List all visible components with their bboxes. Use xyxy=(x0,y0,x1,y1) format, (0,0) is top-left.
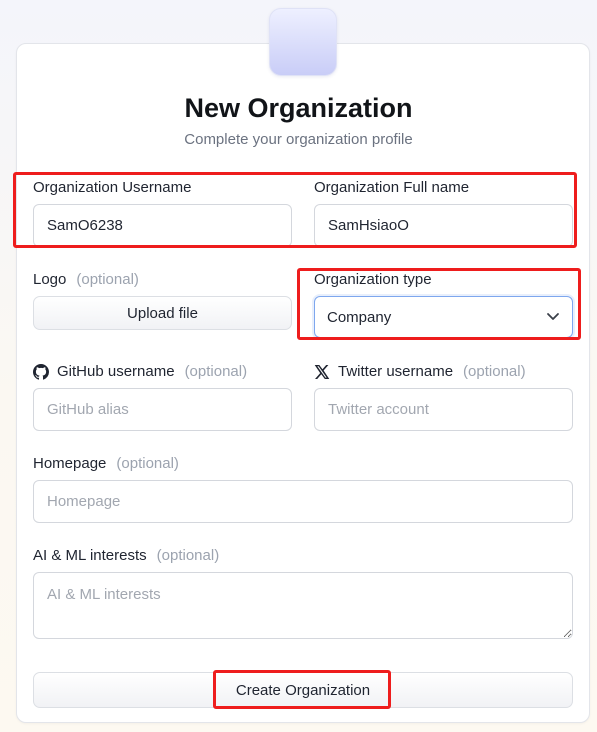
fullname-label-text: Organization Full name xyxy=(314,179,470,196)
x-icon xyxy=(314,364,330,379)
github-optional-text: (optional) xyxy=(184,363,248,380)
page-subtitle: Complete your organization profile xyxy=(184,131,413,148)
fullname-label: Organization Full name xyxy=(314,179,469,196)
ai-ml-interests-textarea[interactable] xyxy=(33,572,573,639)
org-type-label: Organization type xyxy=(314,271,432,288)
organization-avatar-placeholder xyxy=(269,8,337,76)
github-label: GitHub username (optional) xyxy=(33,363,247,380)
username-label: Organization Username xyxy=(33,179,191,196)
organization-type-value: Company xyxy=(327,308,392,326)
organization-username-input[interactable] xyxy=(33,204,292,247)
twitter-optional-text: (optional) xyxy=(463,363,526,380)
organization-fullname-input[interactable] xyxy=(314,204,573,247)
organization-type-select[interactable]: Company xyxy=(314,296,573,338)
upload-file-button[interactable]: Upload file xyxy=(33,296,292,330)
homepage-label-text: Homepage xyxy=(33,455,107,472)
homepage-input[interactable] xyxy=(33,480,573,523)
org-type-label-text: Organization type xyxy=(314,271,432,288)
page-title: New Organization xyxy=(184,93,413,123)
create-organization-button[interactable]: Create Organization xyxy=(33,672,573,708)
twitter-label: Twitter username (optional) xyxy=(314,363,526,380)
github-username-input[interactable] xyxy=(33,388,292,431)
logo-optional-text: (optional) xyxy=(76,271,139,288)
homepage-optional-text: (optional) xyxy=(116,455,179,472)
twitter-label-text: Twitter username xyxy=(338,363,454,380)
logo-label: Logo (optional) xyxy=(33,271,139,288)
logo-label-text: Logo xyxy=(33,271,67,288)
github-icon xyxy=(33,363,49,380)
homepage-label: Homepage (optional) xyxy=(33,455,179,472)
github-label-text: GitHub username xyxy=(57,363,175,380)
interests-label: AI & ML interests (optional) xyxy=(33,547,219,564)
twitter-username-input[interactable] xyxy=(314,388,573,431)
interests-label-text: AI & ML interests xyxy=(33,547,147,564)
interests-optional-text: (optional) xyxy=(156,547,220,564)
chevron-down-icon xyxy=(547,313,559,320)
username-label-text: Organization Username xyxy=(33,179,192,196)
